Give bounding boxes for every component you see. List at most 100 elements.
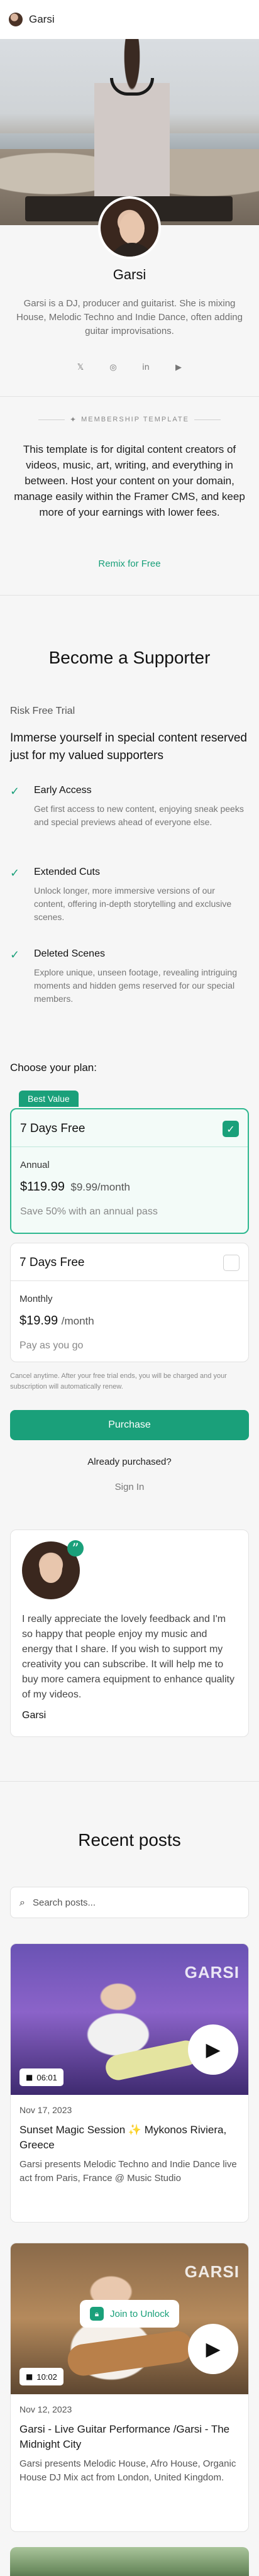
post-brand: GARSI: [184, 1963, 240, 1982]
feature-title: Deleted Scenes: [34, 948, 105, 959]
plan-note: Save 50% with an annual pass: [20, 1206, 158, 1217]
profile-bio: Garsi is a DJ, producer and guitarist. S…: [16, 298, 243, 336]
badge-line-right: [194, 419, 221, 420]
post-title[interactable]: Sunset Magic Session ✨ Mykonos Riviera, …: [19, 2123, 241, 2153]
duration-text: 10:02: [36, 2372, 57, 2382]
post-thumbnail[interactable]: GARSI 🔒︎ Join to Unlock ▶ ■ 10:02: [11, 2243, 248, 2394]
recent-posts-title: Recent posts: [78, 1830, 181, 1850]
choose-plan-label: Choose your plan:: [10, 1062, 97, 1074]
plan-card-monthly[interactable]: 7 Days Free Monthly $19.99 /month Pay as…: [10, 1243, 249, 1362]
plan-price-value: $119.99: [20, 1180, 65, 1194]
video-duration: ■ 10:02: [19, 2368, 63, 2385]
feature-extended-cuts: ✓ Extended Cuts Unlock longer, more imme…: [10, 867, 249, 936]
post-thumbnail[interactable]: GARSI ▶ ■ 06:01: [11, 1944, 248, 2095]
lock-icon: 🔒︎: [90, 2307, 104, 2321]
testimonial-text: I really appreciate the lovely feedback …: [22, 1614, 234, 1700]
duration-text: 06:01: [36, 2072, 57, 2082]
purchase-button[interactable]: Purchase: [10, 1410, 249, 1440]
section-divider: [0, 396, 259, 397]
video-camera-icon: ■: [26, 2372, 33, 2381]
feature-desc: Get first access to new content, enjoyin…: [34, 804, 244, 827]
plan-note: Pay as you go: [19, 1340, 84, 1351]
post-thumbnail-partial[interactable]: [10, 2547, 249, 2576]
section-divider: [0, 595, 259, 596]
social-links: 𝕏 ◎ in ▶: [0, 361, 259, 374]
section-divider: [0, 1781, 259, 1782]
badge-line-left: [38, 419, 65, 420]
feature-title: Extended Cuts: [34, 867, 100, 877]
profile-body: [109, 243, 155, 257]
feature-desc: Explore unique, unseen footage, revealin…: [34, 967, 238, 1004]
plan-price: $119.99 $9.99/month: [20, 1180, 130, 1194]
guitar-shape: [65, 2329, 195, 2378]
plan-period: Annual: [20, 1160, 50, 1170]
profile-name: Garsi: [113, 267, 146, 282]
play-icon[interactable]: ▶: [188, 2324, 238, 2374]
plan-price-monthly: $9.99: [70, 1181, 97, 1193]
plan-checkbox-checked[interactable]: ✓: [223, 1121, 239, 1137]
remix-link[interactable]: Remix for Free: [0, 558, 259, 569]
x-icon[interactable]: 𝕏: [74, 361, 87, 374]
plan-title: 7 Days Free: [19, 1256, 85, 1269]
site-name[interactable]: Garsi: [29, 13, 55, 26]
risk-free-label: Risk Free Trial: [10, 706, 75, 716]
plan-title: 7 Days Free: [20, 1122, 85, 1135]
post-date: Nov 12, 2023: [19, 2404, 72, 2414]
best-value-badge: Best Value: [19, 1091, 79, 1107]
post-brand: GARSI: [184, 2262, 240, 2281]
search-bar[interactable]: ⌕: [10, 1887, 249, 1918]
testimonial-author: Garsi: [22, 1710, 47, 1721]
search-icon: ⌕: [19, 1896, 25, 1908]
plan-price-value: $19.99: [19, 1314, 58, 1328]
supporter-headline: Immerse yourself in special content rese…: [10, 731, 247, 762]
membership-badge: ✦ MEMBERSHIP TEMPLATE: [0, 415, 259, 424]
feature-desc: Unlock longer, more immersive versions o…: [34, 886, 232, 922]
join-label: Join to Unlock: [110, 2308, 170, 2319]
video-duration: ■ 06:01: [19, 2068, 63, 2086]
check-icon: ✓: [10, 867, 20, 880]
already-purchased-label: Already purchased?: [87, 1457, 172, 1467]
youtube-icon[interactable]: ▶: [172, 361, 185, 374]
guitar-shape: [103, 2038, 201, 2083]
badge-label: MEMBERSHIP TEMPLATE: [81, 416, 189, 423]
post-description: Garsi presents Melodic Techno and Indie …: [19, 2159, 237, 2184]
quote-icon: ”: [67, 1540, 84, 1557]
plan-price: $19.99 /month: [19, 1314, 94, 1328]
post-description: Garsi presents Melodic House, Afro House…: [19, 2458, 236, 2483]
puzzle-icon: ✦: [70, 415, 77, 424]
plan-price-per: /month: [61, 1315, 94, 1327]
plan-header: 7 Days Free: [11, 1243, 248, 1281]
plan-header: 7 Days Free ✓: [11, 1109, 248, 1147]
post-card[interactable]: GARSI 🔒︎ Join to Unlock ▶ ■ 10:02 Nov 12…: [10, 2243, 249, 2532]
profile-avatar: [98, 196, 161, 259]
video-camera-icon: ■: [26, 2073, 33, 2082]
hero-person: [94, 39, 170, 215]
cancel-note: Cancel anytime. After your free trial en…: [10, 1372, 227, 1391]
check-icon: ✓: [10, 948, 20, 962]
search-input[interactable]: [32, 1897, 221, 1908]
testimonial-face: [40, 1554, 62, 1583]
feature-deleted-scenes: ✓ Deleted Scenes Explore unique, unseen …: [10, 948, 249, 1018]
profile-face: [119, 213, 145, 244]
instagram-icon[interactable]: ◎: [107, 361, 119, 374]
sign-in-link[interactable]: Sign In: [0, 1482, 259, 1492]
feature-early-access: ✓ Early Access Get first access to new c…: [10, 785, 249, 854]
plan-period: Monthly: [19, 1294, 53, 1304]
template-description: This template is for digital content cre…: [14, 443, 245, 518]
plan-card-annual[interactable]: 7 Days Free ✓ Annual $119.99 $9.99/month…: [10, 1108, 249, 1234]
page-root: Garsi Garsi Garsi is a DJ, producer and …: [0, 0, 259, 2576]
plan-price-per: /month: [97, 1181, 130, 1193]
post-title[interactable]: Garsi - Live Guitar Performance /Garsi -…: [19, 2422, 241, 2452]
top-bar: Garsi: [0, 0, 259, 39]
post-date: Nov 17, 2023: [19, 2105, 72, 2115]
supporter-title: Become a Supporter: [48, 648, 211, 667]
play-icon[interactable]: ▶: [188, 2024, 238, 2075]
check-icon: ✓: [10, 785, 20, 798]
plan-checkbox[interactable]: [223, 1255, 240, 1271]
join-to-unlock-button[interactable]: 🔒︎ Join to Unlock: [80, 2300, 180, 2328]
logo-avatar[interactable]: [9, 13, 23, 26]
testimonial-card: ” I really appreciate the lovely feedbac…: [10, 1530, 249, 1737]
post-card[interactable]: GARSI ▶ ■ 06:01 Nov 17, 2023 Sunset Magi…: [10, 1943, 249, 2223]
feature-title: Early Access: [34, 785, 92, 796]
linkedin-icon[interactable]: in: [140, 361, 152, 374]
